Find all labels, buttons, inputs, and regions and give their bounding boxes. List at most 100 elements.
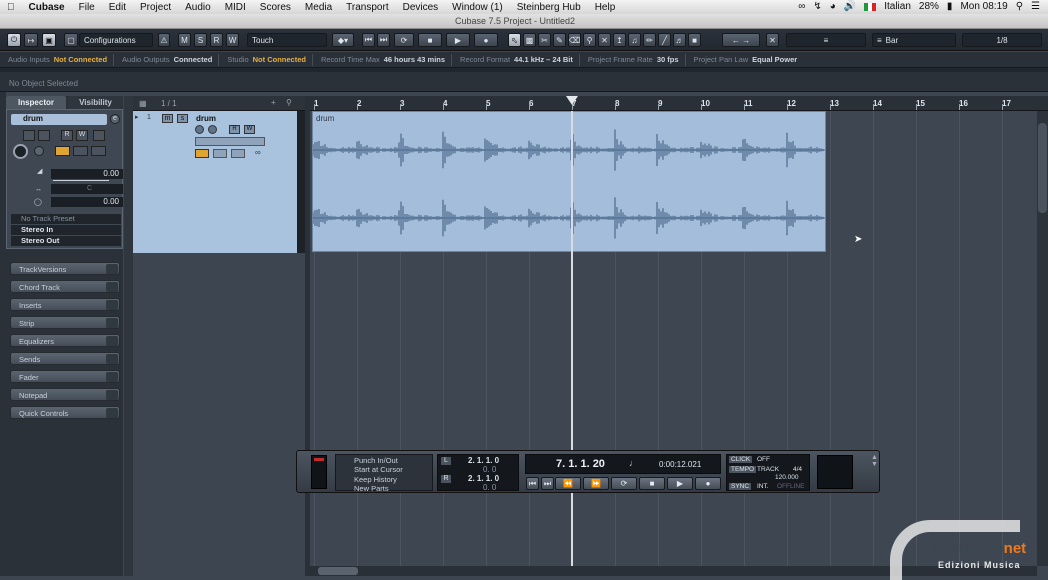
track-row2-buttons[interactable] (195, 137, 265, 146)
track-expand-icon[interactable]: ▸ (135, 113, 139, 121)
play-button[interactable]: ▶ (446, 33, 470, 47)
menu-transport[interactable]: Transport (339, 2, 395, 13)
clock-label[interactable]: Mon 08:19 (960, 1, 1007, 12)
timeline-ruler[interactable]: 1 2 3 4 5 6 7 8 9 10 11 12 13 14 15 16 17 (310, 96, 1048, 111)
inspector-divider[interactable] (124, 96, 133, 576)
menu-midi[interactable]: MIDI (218, 2, 253, 13)
left-locator-button[interactable]: L (441, 457, 451, 465)
transport-stop[interactable]: ■ (639, 477, 665, 490)
add-track-icon[interactable]: + (271, 98, 276, 107)
transport-rewind[interactable]: ⏪ (555, 477, 581, 490)
track-preset-field[interactable]: No Track Preset (11, 214, 121, 224)
menu-window[interactable]: Window (1) (445, 2, 510, 13)
click-toggle[interactable]: CLICK (729, 456, 753, 463)
right-locator-button[interactable]: R (441, 475, 451, 483)
playhead-marker[interactable] (566, 96, 578, 105)
track-row[interactable]: 1 ▸ m s drum R W ∞ (133, 111, 297, 253)
volume-fader[interactable]: 0.00 (51, 169, 123, 181)
language-label[interactable]: Italian (884, 1, 911, 12)
track-list-menu-icon[interactable]: ▦ (139, 99, 147, 108)
apple-menu-icon[interactable]:  (0, 2, 22, 13)
battery-label[interactable]: 28% (919, 1, 939, 12)
new-parts-option[interactable]: New Parts (354, 484, 389, 493)
read-toggle[interactable]: R (210, 33, 223, 47)
freeze-icon[interactable] (93, 130, 105, 141)
glue-tool[interactable]: ✎ (553, 33, 566, 47)
stop-button[interactable]: ■ (418, 33, 442, 47)
quantize-dropdown[interactable]: 1/8 (962, 33, 1042, 47)
section-strip[interactable]: Strip (10, 316, 120, 329)
section-track-versions[interactable]: TrackVersions (10, 262, 120, 275)
menu-cubase[interactable]: Cubase (22, 2, 72, 13)
track-mute-button[interactable]: m (162, 114, 173, 123)
left-offset-value[interactable]: 0. 0 (483, 465, 496, 474)
horizontal-scroll-thumb[interactable] (318, 567, 358, 575)
section-quick-controls[interactable]: Quick Controls (10, 406, 120, 419)
punch-in-out-option[interactable]: Punch In/Out (354, 456, 398, 465)
lock-button[interactable] (55, 146, 70, 156)
window-layout-button[interactable]: ▣ (42, 33, 56, 47)
lanes-button[interactable] (91, 146, 106, 156)
object-selection-tool[interactable]: ⬁ (508, 33, 521, 47)
right-offset-value[interactable]: 0. 0 (483, 483, 496, 492)
activate-project-button[interactable]: ⏻ (7, 33, 21, 47)
menu-file[interactable]: File (72, 2, 102, 13)
keep-history-option[interactable]: Keep History (354, 475, 397, 484)
constrain-delay-button[interactable]: ↦ (24, 33, 38, 47)
menu-scores[interactable]: Scores (253, 2, 298, 13)
section-chord-track[interactable]: Chord Track (10, 280, 120, 293)
track-lock-button[interactable] (195, 149, 209, 158)
nudge-palette[interactable]: ← → (722, 33, 760, 47)
autoscroll-button[interactable]: ◆▾ (332, 33, 354, 47)
pan-law-value[interactable]: Equal Power (752, 55, 797, 64)
menu-media[interactable]: Media (298, 2, 339, 13)
audio-event-drum[interactable]: drum (312, 111, 826, 252)
snap-mode-dropdown[interactable]: ≡ (786, 33, 866, 47)
section-inserts[interactable]: Inserts (10, 298, 120, 311)
right-locator-value[interactable]: 2. 1. 1. 0 (468, 474, 499, 483)
menu-devices[interactable]: Devices (396, 2, 446, 13)
record-button-large[interactable] (13, 144, 28, 159)
toggle-panels-button[interactable]: ▢ (64, 33, 78, 47)
menu-edit[interactable]: Edit (102, 2, 133, 13)
record-enable-icon[interactable] (23, 130, 35, 141)
read-icon[interactable]: R (61, 130, 73, 141)
grid-type-dropdown[interactable]: ≡ Bar (872, 33, 956, 47)
configurations-dropdown[interactable]: Configurations (79, 33, 153, 47)
creative-cloud-icon[interactable]: ∞ (798, 1, 805, 12)
section-fader[interactable]: Fader (10, 370, 120, 383)
menu-audio[interactable]: Audio (178, 2, 218, 13)
zoom-tool[interactable]: ⚲ (583, 33, 596, 47)
color-tool[interactable]: ■ (688, 33, 701, 47)
lock-button[interactable]: ⚠ (158, 33, 170, 47)
studio-value[interactable]: Not Connected (253, 55, 306, 64)
vertical-scrollbar[interactable] (1037, 111, 1048, 566)
track-link-icon[interactable]: ∞ (255, 148, 261, 157)
track-solo-button[interactable]: s (177, 114, 188, 123)
playhead-cursor[interactable] (571, 111, 573, 566)
track-record-enable[interactable] (195, 125, 204, 134)
monitor-icon[interactable] (38, 130, 50, 141)
track-write-button[interactable]: W (244, 125, 255, 134)
line-tool[interactable]: ╱ (658, 33, 671, 47)
primary-time-display[interactable]: 7. 1. 1. 20 (556, 458, 605, 470)
transport-fast-forward[interactable]: ⏩ (583, 477, 609, 490)
tempo-value[interactable]: 120.000 (775, 474, 799, 481)
section-equalizers[interactable]: Equalizers (10, 334, 120, 347)
start-at-cursor-option[interactable]: Start at Cursor (354, 465, 403, 474)
go-to-end-button[interactable]: ⏭ (377, 33, 390, 47)
battery-icon[interactable]: ▮ (947, 1, 953, 12)
transport-scroll-arrows[interactable]: ▲ ▼ (871, 454, 878, 468)
draw-tool[interactable]: ✏ (643, 33, 656, 47)
transport-go-to-end[interactable]: ⏭ (541, 477, 554, 490)
sync-toggle[interactable]: SYNC (729, 483, 752, 490)
range-tool[interactable]: ▩ (523, 33, 536, 47)
go-to-start-button[interactable]: ⏮ (362, 33, 375, 47)
track-lanes-button[interactable] (231, 149, 245, 158)
timewarp-tool[interactable]: ↥ (613, 33, 626, 47)
track-timebase-button[interactable] (213, 149, 227, 158)
audio-inputs-value[interactable]: Not Connected (54, 55, 107, 64)
play-tool[interactable]: ♬ (673, 33, 686, 47)
delay-field[interactable]: 0.00 (51, 197, 123, 207)
vertical-scroll-thumb[interactable] (1038, 123, 1047, 213)
